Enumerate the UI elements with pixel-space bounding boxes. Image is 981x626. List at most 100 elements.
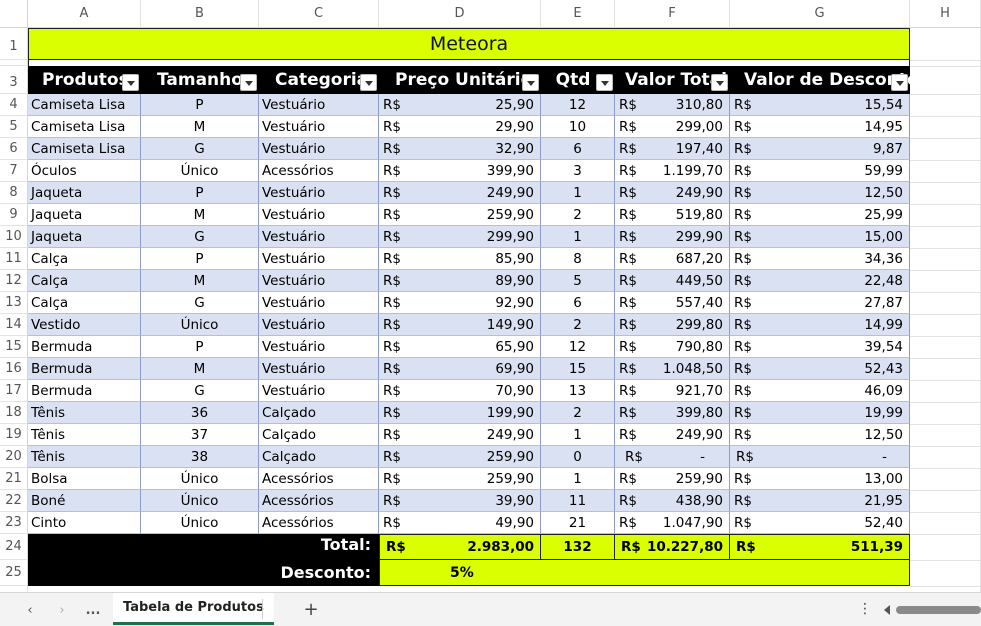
column-header-d[interactable]: D <box>379 0 541 28</box>
totals-desconto-cell[interactable]: R$ 511,39 <box>730 534 910 560</box>
cell-qtd[interactable]: 2 <box>541 402 615 424</box>
cell-tamanho[interactable]: G <box>141 138 259 160</box>
cell-preco-unitario[interactable]: R$ 259,90 <box>379 468 541 490</box>
cell-qtd[interactable]: 12 <box>541 94 615 116</box>
cell-produto[interactable]: Camiseta Lisa <box>28 94 141 116</box>
cell-valor-desconto[interactable]: R$ 39,54 <box>730 336 910 358</box>
row-header-7[interactable]: 7 <box>0 160 28 182</box>
cell-produto[interactable]: Jaqueta <box>28 182 141 204</box>
row-header-10[interactable]: 10 <box>0 226 28 248</box>
sheet-tab-tabela-de-produtos[interactable]: Tabela de Produtos <box>113 593 274 625</box>
cell-preco-unitario[interactable]: R$ 92,90 <box>379 292 541 314</box>
header-preco-unitario[interactable]: Preço Unitário <box>379 66 541 94</box>
cell-qtd[interactable]: 2 <box>541 204 615 226</box>
row-header-1[interactable]: 1 <box>0 28 28 60</box>
cell-categoria[interactable]: Vestuário <box>259 314 379 336</box>
cell-produto[interactable]: Calça <box>28 292 141 314</box>
cell-preco-unitario[interactable]: R$ 89,90 <box>379 270 541 292</box>
cell-valor-desconto[interactable]: R$ - <box>730 446 910 468</box>
cell-valor-total[interactable]: R$ 557,40 <box>615 292 730 314</box>
row-header-24[interactable]: 24 <box>0 534 28 560</box>
row-header-4[interactable]: 4 <box>0 94 28 116</box>
cell-preco-unitario[interactable]: R$ 149,90 <box>379 314 541 336</box>
discount-value-cell[interactable]: 5% <box>379 560 910 586</box>
cell-qtd[interactable]: 13 <box>541 380 615 402</box>
cell-tamanho[interactable]: Único <box>141 160 259 182</box>
cell-valor-desconto[interactable]: R$ 9,87 <box>730 138 910 160</box>
next-sheet-button[interactable]: › <box>52 601 72 621</box>
cell-qtd[interactable]: 8 <box>541 248 615 270</box>
cell-produto[interactable]: Bermuda <box>28 336 141 358</box>
cell-tamanho[interactable]: M <box>141 270 259 292</box>
cell-valor-total[interactable]: R$ 790,80 <box>615 336 730 358</box>
cell-produto[interactable]: Bolsa <box>28 468 141 490</box>
discount-label-cell[interactable]: Desconto: <box>28 560 379 586</box>
cell-qtd[interactable]: 3 <box>541 160 615 182</box>
cell-preco-unitario[interactable]: R$ 29,90 <box>379 116 541 138</box>
cell-qtd[interactable]: 5 <box>541 270 615 292</box>
cell-tamanho[interactable]: P <box>141 248 259 270</box>
filter-dropdown-icon[interactable] <box>596 74 613 91</box>
header-produtos[interactable]: Produtos <box>28 66 141 94</box>
row-header-17[interactable]: 17 <box>0 380 28 402</box>
cell-produto[interactable]: Tênis <box>28 424 141 446</box>
row-header-8[interactable]: 8 <box>0 182 28 204</box>
cell-valor-total[interactable]: R$ 299,90 <box>615 226 730 248</box>
cell-tamanho[interactable]: Único <box>141 468 259 490</box>
cell-preco-unitario[interactable]: R$ 25,90 <box>379 94 541 116</box>
header-qtd[interactable]: Qtd <box>541 66 615 94</box>
cell-valor-total[interactable]: R$ 249,90 <box>615 182 730 204</box>
cell-tamanho[interactable]: P <box>141 336 259 358</box>
column-header-h[interactable]: H <box>910 0 981 28</box>
cell-categoria[interactable]: Vestuário <box>259 204 379 226</box>
cell-categoria[interactable]: Acessórios <box>259 512 379 534</box>
cell-produto[interactable]: Jaqueta <box>28 204 141 226</box>
cell-produto[interactable]: Calça <box>28 270 141 292</box>
cell-categoria[interactable]: Vestuário <box>259 270 379 292</box>
filter-dropdown-icon[interactable] <box>360 74 377 91</box>
cell-valor-total[interactable]: R$ 197,40 <box>615 138 730 160</box>
cell-preco-unitario[interactable]: R$ 65,90 <box>379 336 541 358</box>
cell-tamanho[interactable]: Único <box>141 512 259 534</box>
cell-categoria[interactable]: Vestuário <box>259 94 379 116</box>
cell-tamanho[interactable]: G <box>141 380 259 402</box>
cell-valor-desconto[interactable]: R$ 52,43 <box>730 358 910 380</box>
cell-categoria[interactable]: Acessórios <box>259 490 379 512</box>
cell-preco-unitario[interactable]: R$ 249,90 <box>379 424 541 446</box>
row-header-14[interactable]: 14 <box>0 314 28 336</box>
row-header-22[interactable]: 22 <box>0 490 28 512</box>
add-sheet-button[interactable]: + <box>300 599 322 621</box>
cell-valor-total[interactable]: R$ 1.047,90 <box>615 512 730 534</box>
filter-dropdown-icon[interactable] <box>522 74 539 91</box>
cell-preco-unitario[interactable]: R$ 259,90 <box>379 204 541 226</box>
cell-valor-total[interactable]: R$ 438,90 <box>615 490 730 512</box>
cell-qtd[interactable]: 11 <box>541 490 615 512</box>
cell-valor-desconto[interactable]: R$ 19,99 <box>730 402 910 424</box>
cell-qtd[interactable]: 1 <box>541 182 615 204</box>
row-header-25[interactable]: 25 <box>0 560 28 586</box>
cell-produto[interactable]: Cinto <box>28 512 141 534</box>
cell-preco-unitario[interactable]: R$ 249,90 <box>379 182 541 204</box>
cell-tamanho[interactable]: M <box>141 358 259 380</box>
row-header-9[interactable]: 9 <box>0 204 28 226</box>
cell-valor-total[interactable]: R$ 299,00 <box>615 116 730 138</box>
cell-valor-total[interactable]: R$ 449,50 <box>615 270 730 292</box>
cell-produto[interactable]: Calça <box>28 248 141 270</box>
cell-valor-total[interactable]: R$ 249,90 <box>615 424 730 446</box>
column-header-g[interactable]: G <box>730 0 910 28</box>
filter-dropdown-icon[interactable] <box>122 74 139 91</box>
filter-dropdown-icon[interactable] <box>711 74 728 91</box>
cell-valor-desconto[interactable]: R$ 21,95 <box>730 490 910 512</box>
row-header-13[interactable]: 13 <box>0 292 28 314</box>
cell-valor-total[interactable]: R$ 259,90 <box>615 468 730 490</box>
cell-valor-total[interactable]: R$ 310,80 <box>615 94 730 116</box>
cell-valor-desconto[interactable]: R$ 59,99 <box>730 160 910 182</box>
row-header-11[interactable]: 11 <box>0 248 28 270</box>
cell-categoria[interactable]: Vestuário <box>259 380 379 402</box>
totals-label-cell[interactable]: Total: <box>28 534 379 560</box>
cell-preco-unitario[interactable]: R$ 69,90 <box>379 358 541 380</box>
cell-tamanho[interactable]: 38 <box>141 446 259 468</box>
cell-qtd[interactable]: 1 <box>541 468 615 490</box>
cell-preco-unitario[interactable]: R$ 399,90 <box>379 160 541 182</box>
cell-qtd[interactable]: 1 <box>541 424 615 446</box>
